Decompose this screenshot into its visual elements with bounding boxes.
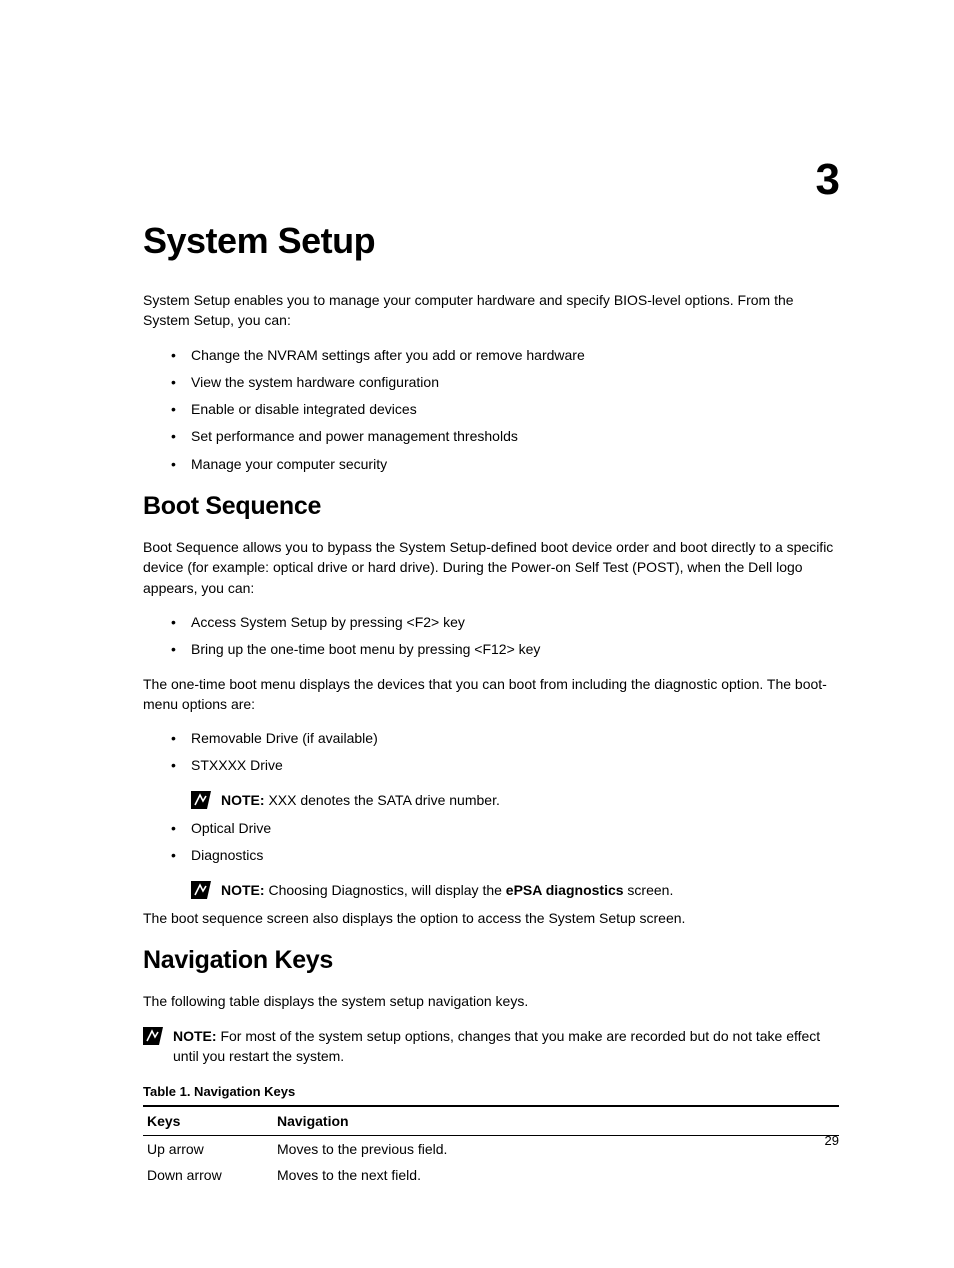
list-item: Set performance and power management thr…	[143, 426, 839, 446]
note-label: NOTE:	[173, 1028, 220, 1044]
bullet-list: Optical Drive Diagnostics	[143, 818, 839, 866]
body-paragraph: The one-time boot menu displays the devi…	[143, 674, 839, 715]
note-body-bold: ePSA diagnostics	[506, 882, 624, 898]
page-title: System Setup	[143, 220, 839, 262]
note-body: XXX denotes the SATA drive number.	[268, 792, 499, 808]
note-label: NOTE:	[221, 882, 268, 898]
note-body-pre: Choosing Diagnostics, will display the	[268, 882, 505, 898]
note-text: NOTE: For most of the system setup optio…	[173, 1026, 839, 1067]
body-paragraph: Boot Sequence allows you to bypass the S…	[143, 537, 839, 598]
cell-nav: Moves to the previous field.	[273, 1136, 839, 1163]
body-paragraph: The boot sequence screen also displays t…	[143, 908, 839, 928]
section-heading-boot-sequence: Boot Sequence	[143, 492, 839, 521]
note-callout: NOTE: Choosing Diagnostics, will display…	[191, 880, 839, 900]
cell-key: Up arrow	[143, 1136, 273, 1163]
table-row: Down arrow Moves to the next field.	[143, 1162, 839, 1188]
list-item: Change the NVRAM settings after you add …	[143, 345, 839, 365]
chapter-number: 3	[816, 155, 839, 205]
bullet-list: Access System Setup by pressing <F2> key…	[143, 612, 839, 660]
list-item: Access System Setup by pressing <F2> key	[143, 612, 839, 632]
note-label: NOTE:	[221, 792, 268, 808]
note-icon	[191, 791, 211, 809]
note-text: NOTE: Choosing Diagnostics, will display…	[221, 880, 839, 900]
list-item: Enable or disable integrated devices	[143, 399, 839, 419]
body-paragraph: The following table displays the system …	[143, 991, 839, 1011]
cell-nav: Moves to the next field.	[273, 1162, 839, 1188]
table-row: Up arrow Moves to the previous field.	[143, 1136, 839, 1163]
intro-bullet-list: Change the NVRAM settings after you add …	[143, 345, 839, 474]
note-icon	[143, 1027, 163, 1045]
note-text: NOTE: XXX denotes the SATA drive number.	[221, 790, 839, 810]
bullet-list: Removable Drive (if available) STXXXX Dr…	[143, 728, 839, 776]
note-icon	[191, 881, 211, 899]
section-heading-navigation-keys: Navigation Keys	[143, 946, 839, 975]
list-item: Optical Drive	[143, 818, 839, 838]
note-body: For most of the system setup options, ch…	[173, 1028, 820, 1064]
note-callout: NOTE: XXX denotes the SATA drive number.	[191, 790, 839, 810]
list-item: Removable Drive (if available)	[143, 728, 839, 748]
table-caption: Table 1. Navigation Keys	[143, 1084, 839, 1099]
list-item: STXXXX Drive	[143, 755, 839, 775]
intro-paragraph: System Setup enables you to manage your …	[143, 290, 839, 331]
note-body-post: screen.	[624, 882, 674, 898]
list-item: Diagnostics	[143, 845, 839, 865]
cell-key: Down arrow	[143, 1162, 273, 1188]
list-item: Bring up the one-time boot menu by press…	[143, 639, 839, 659]
list-item: View the system hardware configuration	[143, 372, 839, 392]
note-callout: NOTE: For most of the system setup optio…	[143, 1026, 839, 1067]
table-header-navigation: Navigation	[273, 1106, 839, 1136]
list-item: Manage your computer security	[143, 454, 839, 474]
page-number: 29	[825, 1133, 839, 1148]
navigation-keys-table: Keys Navigation Up arrow Moves to the pr…	[143, 1105, 839, 1188]
table-header-keys: Keys	[143, 1106, 273, 1136]
